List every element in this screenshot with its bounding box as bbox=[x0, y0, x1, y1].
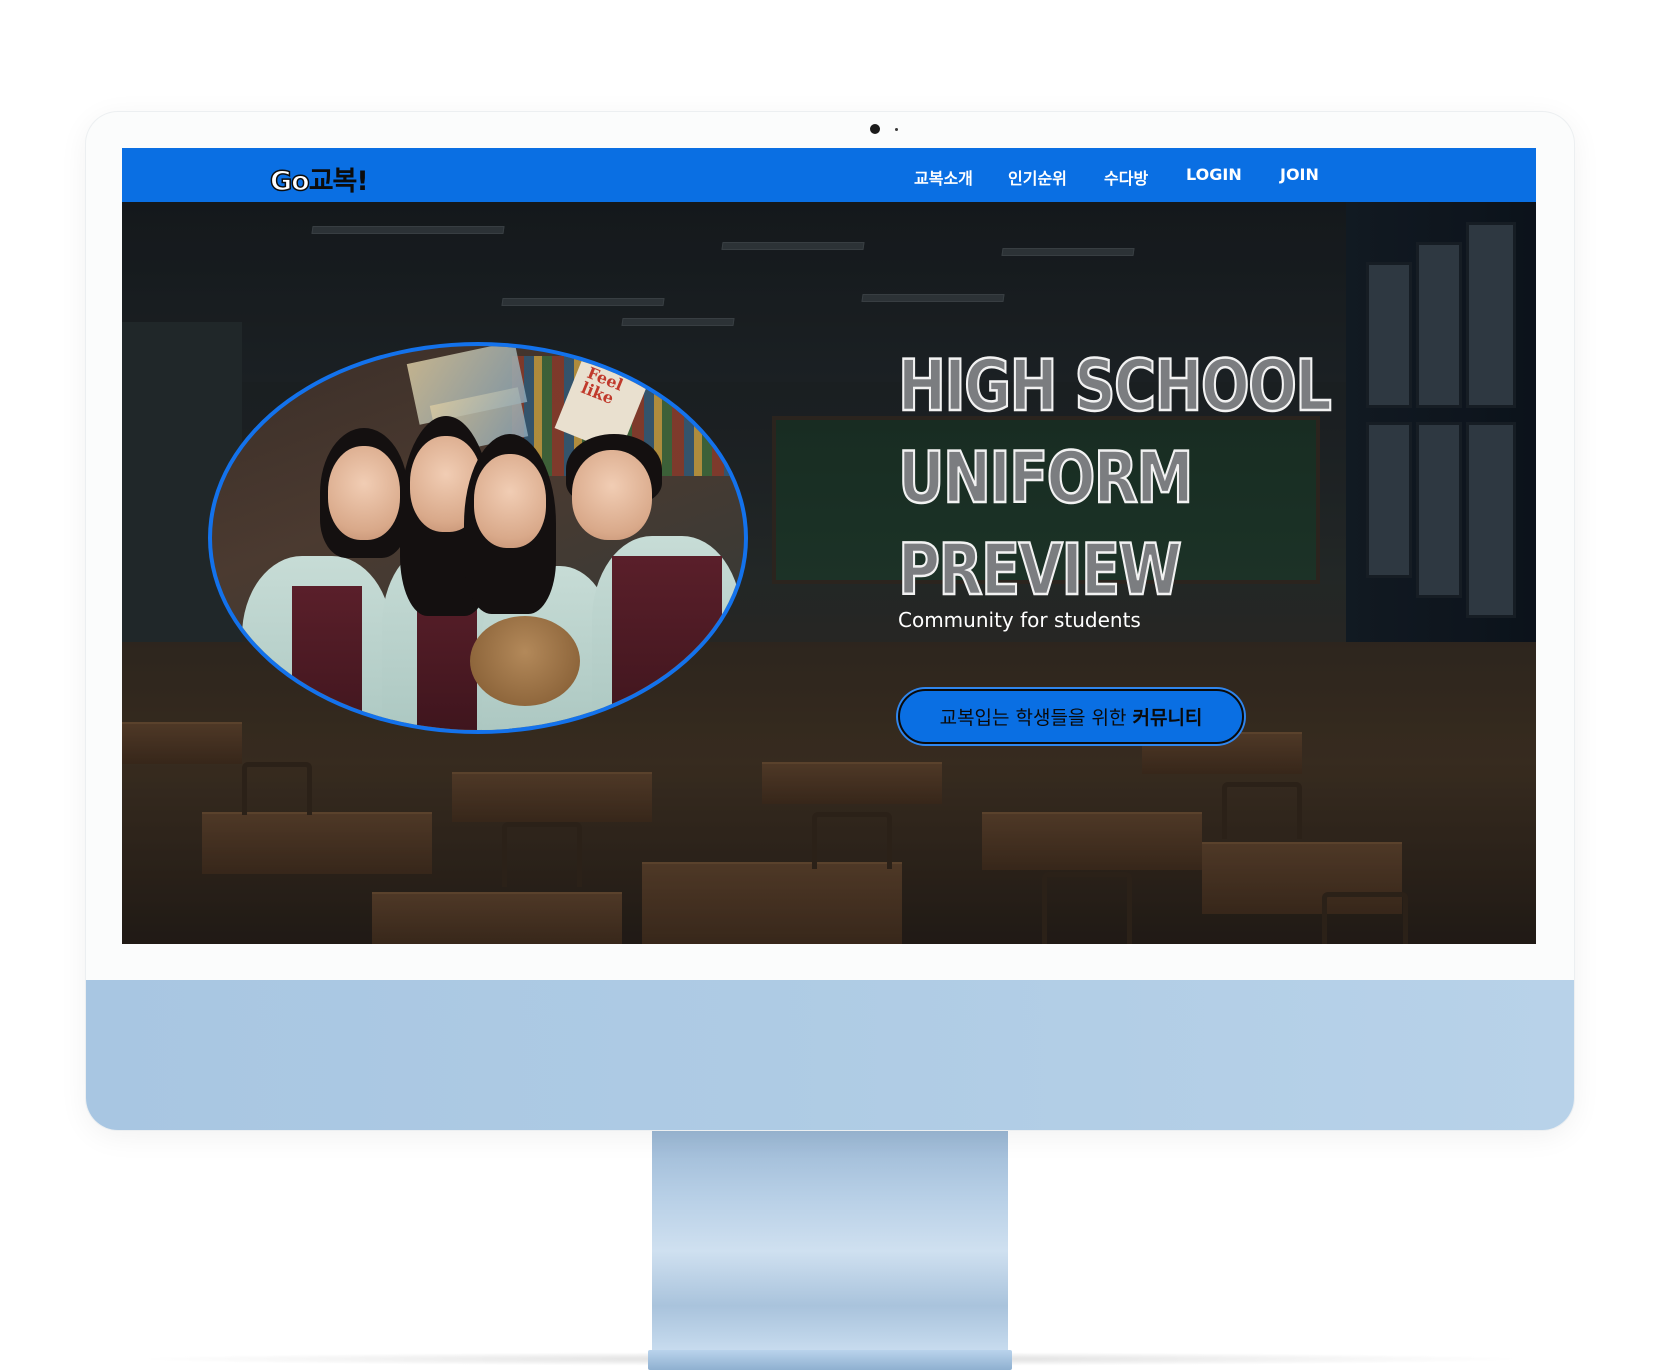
mockup-stage: Go교복! 교복소개 인기순위 수다방 LOGIN JOIN Feel like… bbox=[0, 0, 1658, 1370]
hero-section: Feel like HIGH SCHOOL UNIFORM PREVIEW Co… bbox=[122, 202, 1536, 944]
monitor-stand-foot bbox=[648, 1350, 1012, 1370]
nav-item-ranking[interactable]: 인기순위 bbox=[1008, 165, 1067, 189]
nav-menu: 교복소개 인기순위 수다방 LOGIN JOIN bbox=[122, 148, 1536, 202]
camera-icon bbox=[870, 124, 880, 134]
nav-item-chat-room[interactable]: 수다방 bbox=[1104, 165, 1148, 189]
nav-item-login[interactable]: LOGIN bbox=[1186, 165, 1242, 184]
nav-item-uniform-intro[interactable]: 교복소개 bbox=[914, 165, 973, 189]
monitor-stand bbox=[652, 1130, 1008, 1350]
hero-title: HIGH SCHOOL UNIFORM PREVIEW bbox=[897, 340, 1333, 616]
hero-subtitle: Community for students bbox=[898, 608, 1141, 632]
cta-emphasis: 커뮤니티 bbox=[1132, 707, 1203, 729]
monitor-chin bbox=[86, 980, 1574, 1130]
community-cta-button[interactable]: 교복입는 학생들을 위한 커뮤니티 bbox=[898, 689, 1244, 744]
navbar: Go교복! 교복소개 인기순위 수다방 LOGIN JOIN bbox=[122, 148, 1536, 202]
photo-teddy-bear bbox=[470, 616, 580, 706]
sensor-icon bbox=[895, 128, 898, 131]
screen: Go교복! 교복소개 인기순위 수다방 LOGIN JOIN Feel like… bbox=[122, 148, 1536, 944]
students-photo: Feel like bbox=[208, 342, 748, 734]
hero-title-line: UNIFORM bbox=[897, 436, 1195, 521]
hero-title-line: PREVIEW bbox=[897, 528, 1183, 613]
cta-text: 교복입는 학생들을 위한 bbox=[939, 707, 1127, 729]
nav-item-join[interactable]: JOIN bbox=[1280, 165, 1319, 184]
hero-title-line: HIGH SCHOOL bbox=[897, 344, 1333, 429]
